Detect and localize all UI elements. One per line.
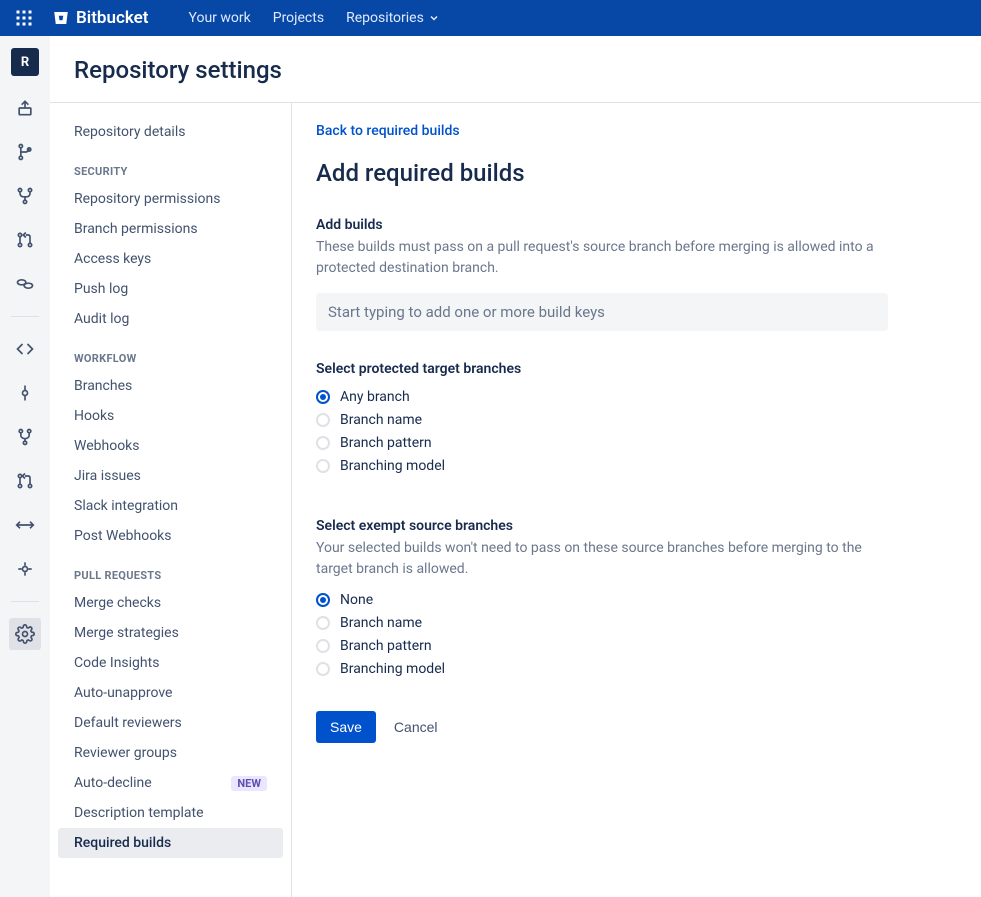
sidebar-item-required-builds[interactable]: Required builds — [58, 828, 283, 858]
rail-commits-icon[interactable] — [9, 377, 41, 409]
sidebar-item-audit-log[interactable]: Audit log — [58, 304, 283, 334]
sidebar-item-auto-decline[interactable]: Auto-decline NEW — [58, 768, 283, 798]
rail-coins-icon[interactable] — [9, 268, 41, 300]
target-heading: Select protected target branches — [316, 361, 888, 377]
main-panel: Back to required builds Add required bui… — [292, 103, 912, 897]
sidebar-item-branch-permissions[interactable]: Branch permissions — [58, 214, 283, 244]
chevron-down-icon — [428, 12, 440, 24]
brand-logo[interactable]: Bitbucket — [52, 8, 149, 28]
nav-your-work[interactable]: Your work — [189, 10, 251, 26]
save-button[interactable]: Save — [316, 711, 376, 743]
sidebar-item-jira-issues[interactable]: Jira issues — [58, 461, 283, 491]
nav-repositories-label: Repositories — [346, 10, 424, 26]
top-nav: Your work Projects Repositories — [189, 10, 440, 26]
rail-pullrequest-icon[interactable] — [9, 224, 41, 256]
nav-projects[interactable]: Projects — [273, 10, 324, 26]
add-builds-desc: These builds must pass on a pull request… — [316, 237, 888, 279]
rail-compare-icon[interactable] — [9, 509, 41, 541]
brand-text: Bitbucket — [76, 8, 149, 28]
exempt-branches-section: Select exempt source branches Your selec… — [316, 518, 888, 677]
rail-pr-icon[interactable] — [9, 465, 41, 497]
sidebar-item-description-template[interactable]: Description template — [58, 798, 283, 828]
target-branches-section: Select protected target branches Any bra… — [316, 361, 888, 474]
main-title: Add required builds — [316, 159, 888, 187]
topbar: Bitbucket Your work Projects Repositorie… — [0, 0, 981, 36]
build-keys-input[interactable]: Start typing to add one or more build ke… — [316, 293, 888, 331]
radio-icon — [316, 616, 330, 630]
rail-settings-icon[interactable] — [9, 618, 41, 650]
back-link[interactable]: Back to required builds — [316, 123, 460, 139]
rail-clone-icon[interactable] — [9, 92, 41, 124]
sidebar-section-pull-requests: PULL REQUESTS — [58, 551, 283, 588]
icon-rail: R — [0, 36, 50, 897]
radio-icon — [316, 413, 330, 427]
radio-target-branch-name[interactable]: Branch name — [316, 412, 888, 428]
exempt-radio-list: None Branch name Branch pattern Branchin… — [316, 592, 888, 677]
cancel-button[interactable]: Cancel — [394, 719, 438, 735]
radio-label: None — [340, 592, 373, 608]
rail-branch-icon[interactable] — [9, 136, 41, 168]
sidebar-section-workflow: WORKFLOW — [58, 334, 283, 371]
rail-divider — [11, 316, 39, 317]
radio-exempt-branching-model[interactable]: Branching model — [316, 661, 888, 677]
sidebar-item-label: Auto-decline — [74, 775, 152, 791]
rail-divider-2 — [11, 601, 39, 602]
radio-label: Branch name — [340, 412, 422, 428]
add-builds-heading: Add builds — [316, 217, 888, 233]
radio-exempt-branch-name[interactable]: Branch name — [316, 615, 888, 631]
radio-label: Branching model — [340, 458, 445, 474]
target-radio-list: Any branch Branch name Branch pattern Br… — [316, 389, 888, 474]
sidebar-item-slack-integration[interactable]: Slack integration — [58, 491, 283, 521]
sidebar-item-webhooks[interactable]: Webhooks — [58, 431, 283, 461]
project-avatar[interactable]: R — [11, 48, 39, 76]
split-pane: Repository details SECURITY Repository p… — [50, 102, 981, 897]
radio-icon — [316, 436, 330, 450]
radio-target-branching-model[interactable]: Branching model — [316, 458, 888, 474]
sidebar-item-branches[interactable]: Branches — [58, 371, 283, 401]
content-area: Repository settings Repository details S… — [50, 36, 981, 897]
exempt-heading: Select exempt source branches — [316, 518, 888, 534]
radio-exempt-none[interactable]: None — [316, 592, 888, 608]
sidebar-item-code-insights[interactable]: Code Insights — [58, 648, 283, 678]
radio-target-any[interactable]: Any branch — [316, 389, 888, 405]
radio-icon — [316, 593, 330, 607]
nav-repositories[interactable]: Repositories — [346, 10, 440, 26]
sidebar-item-access-keys[interactable]: Access keys — [58, 244, 283, 274]
radio-target-branch-pattern[interactable]: Branch pattern — [316, 435, 888, 451]
sidebar-item-merge-checks[interactable]: Merge checks — [58, 588, 283, 618]
radio-icon — [316, 459, 330, 473]
sidebar-item-reviewer-groups[interactable]: Reviewer groups — [58, 738, 283, 768]
rail-fork-icon[interactable] — [9, 180, 41, 212]
radio-label: Branch name — [340, 615, 422, 631]
apps-switcher-icon[interactable] — [12, 6, 36, 30]
sidebar-item-auto-unapprove[interactable]: Auto-unapprove — [58, 678, 283, 708]
radio-exempt-branch-pattern[interactable]: Branch pattern — [316, 638, 888, 654]
sidebar-item-post-webhooks[interactable]: Post Webhooks — [58, 521, 283, 551]
rail-builds-icon[interactable] — [9, 553, 41, 585]
sidebar-section-security: SECURITY — [58, 147, 283, 184]
settings-sidebar: Repository details SECURITY Repository p… — [50, 103, 292, 897]
radio-icon — [316, 390, 330, 404]
page-title: Repository settings — [50, 36, 981, 102]
radio-icon — [316, 639, 330, 653]
rail-source-icon[interactable] — [9, 333, 41, 365]
radio-label: Any branch — [340, 389, 410, 405]
new-badge: NEW — [231, 776, 267, 791]
bitbucket-icon — [52, 9, 70, 27]
layout: R — [0, 36, 981, 897]
radio-label: Branch pattern — [340, 638, 432, 654]
rail-branches-icon[interactable] — [9, 421, 41, 453]
sidebar-item-repo-permissions[interactable]: Repository permissions — [58, 184, 283, 214]
add-builds-section: Add builds These builds must pass on a p… — [316, 217, 888, 331]
sidebar-item-hooks[interactable]: Hooks — [58, 401, 283, 431]
sidebar-item-default-reviewers[interactable]: Default reviewers — [58, 708, 283, 738]
radio-label: Branch pattern — [340, 435, 432, 451]
radio-label: Branching model — [340, 661, 445, 677]
radio-icon — [316, 662, 330, 676]
sidebar-item-repo-details[interactable]: Repository details — [58, 117, 283, 147]
exempt-desc: Your selected builds won't need to pass … — [316, 538, 888, 580]
sidebar-item-merge-strategies[interactable]: Merge strategies — [58, 618, 283, 648]
sidebar-item-push-log[interactable]: Push log — [58, 274, 283, 304]
form-actions: Save Cancel — [316, 711, 888, 743]
